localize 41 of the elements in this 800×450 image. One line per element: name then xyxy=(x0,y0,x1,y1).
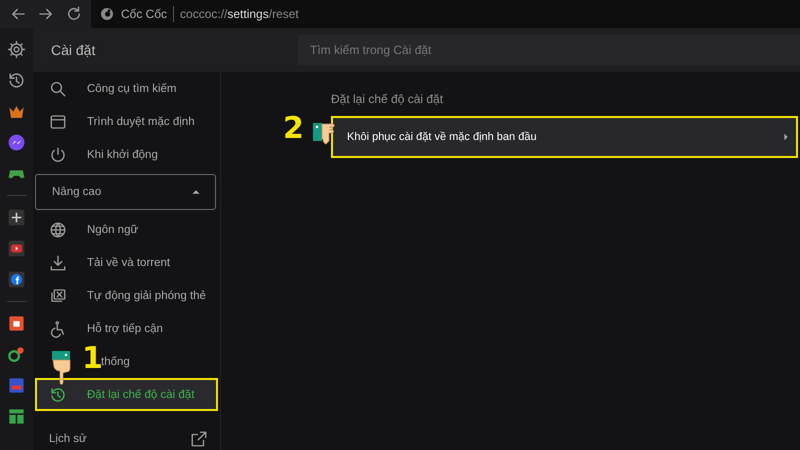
nav-item[interactable]: Tải về và torrent xyxy=(87,256,170,268)
reset-clock-icon xyxy=(49,386,67,404)
search-icon xyxy=(49,80,67,98)
nav-item[interactable]: thống xyxy=(101,356,130,368)
nav-item[interactable]: Tự động giải phóng thẻ xyxy=(87,290,206,302)
site-name: Cốc Cốc xyxy=(121,7,168,21)
nav-item[interactable]: Hỗ trợ tiếp cận xyxy=(87,322,163,334)
add-icon[interactable] xyxy=(7,208,26,227)
chevron-right-icon xyxy=(782,132,790,142)
pointing-hand-icon xyxy=(50,351,72,385)
social-app-icon[interactable] xyxy=(7,270,26,289)
store-app-icon[interactable] xyxy=(7,376,26,395)
history-link[interactable]: Lịch sử xyxy=(33,421,220,450)
nav-item[interactable]: Trình duyệt mặc định xyxy=(87,116,195,128)
nav-item[interactable]: Khi khởi động xyxy=(87,148,158,160)
globe-icon xyxy=(49,220,67,238)
wheelchair-icon xyxy=(49,320,67,338)
tabs-close-icon xyxy=(49,286,67,304)
browser-window-icon xyxy=(49,112,67,130)
power-icon xyxy=(49,146,67,164)
grid-app-icon[interactable] xyxy=(7,407,26,426)
video-app-icon[interactable] xyxy=(7,239,26,258)
search-field[interactable]: Tìm kiếm trong Cài đặt xyxy=(298,35,800,65)
section-title: Đặt lại chế độ cài đặt xyxy=(331,92,444,106)
step-number: 2 xyxy=(283,114,304,144)
nav-item[interactable]: Công cụ tìm kiếm xyxy=(87,82,176,94)
download-icon xyxy=(49,254,67,272)
address-bar[interactable]: Cốc Cốc coccoc://settings/reset xyxy=(91,0,800,28)
url-text: coccoc://settings/reset xyxy=(180,7,299,21)
settings-title: Cài đặt xyxy=(33,28,298,72)
nav-item[interactable]: Đặt lại chế độ cài đặt xyxy=(35,378,218,411)
browser-logo-icon xyxy=(99,6,115,22)
advanced-toggle[interactable]: Nâng cao xyxy=(35,174,216,210)
reload-icon[interactable] xyxy=(65,5,83,23)
history-icon[interactable] xyxy=(7,71,26,90)
external-link-icon xyxy=(190,430,208,448)
shopping-bag-icon[interactable] xyxy=(7,314,26,333)
reset-row[interactable]: Khôi phục cài đặt về mặc định ban đầu xyxy=(331,116,798,158)
settings-icon[interactable] xyxy=(7,40,26,59)
chat-bubble-icon[interactable] xyxy=(7,133,26,152)
nav-item[interactable]: Ngôn ngữ xyxy=(87,224,138,236)
